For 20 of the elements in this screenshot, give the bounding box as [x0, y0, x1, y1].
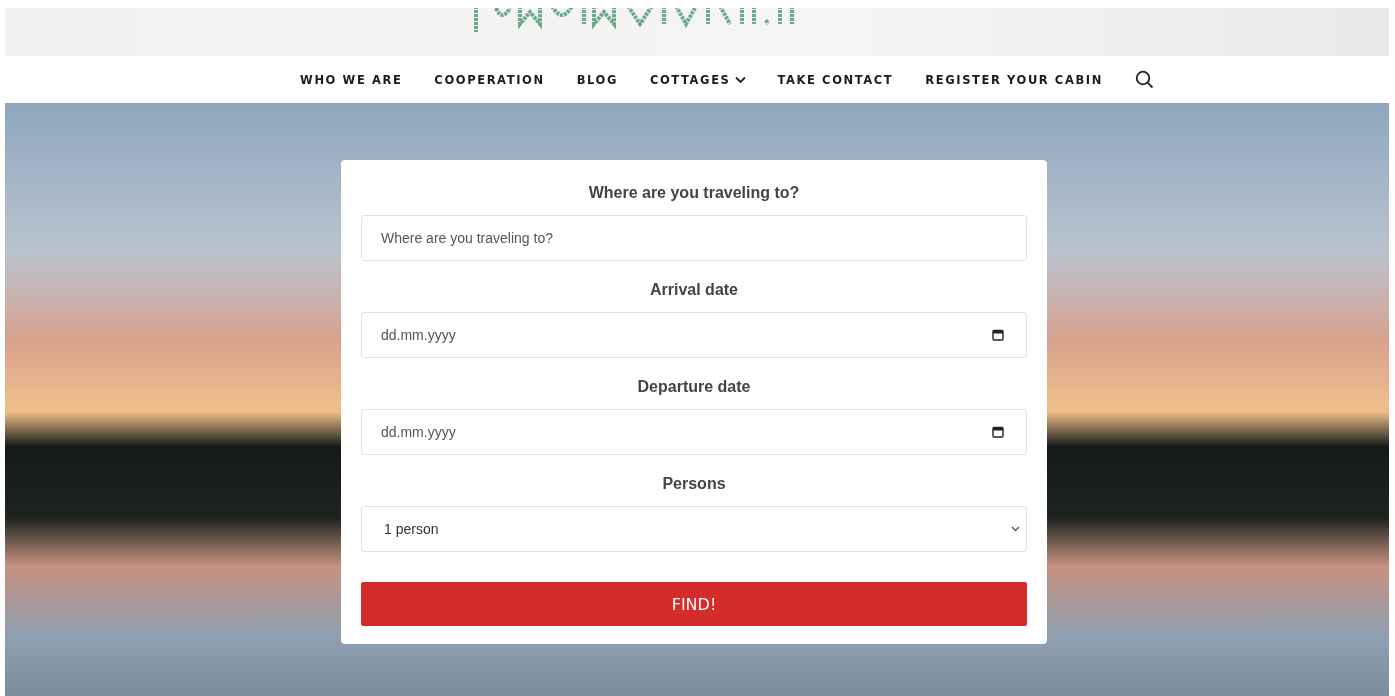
- nav-link[interactable]: COTTAGES: [649, 72, 746, 87]
- persons-select[interactable]: 1 person: [361, 506, 1027, 552]
- search-icon[interactable]: [1134, 70, 1154, 89]
- calendar-icon[interactable]: [992, 426, 1004, 438]
- nav-link[interactable]: REGISTER YOUR CABIN: [925, 72, 1103, 87]
- find-button[interactable]: FIND!: [361, 582, 1027, 626]
- destination-field[interactable]: Where are you traveling to?: [361, 215, 1027, 261]
- chevron-down-icon: [1011, 526, 1020, 532]
- field-label: Persons: [661, 475, 727, 493]
- nav-link[interactable]: COOPERATION: [434, 72, 545, 87]
- chevron-down-icon: [734, 75, 746, 84]
- date-field[interactable]: dd.mm.yyyy: [361, 312, 1027, 358]
- field-label: Departure date: [636, 378, 752, 396]
- field-label: Where are you traveling to?: [587, 184, 801, 202]
- calendar-icon[interactable]: [992, 329, 1004, 341]
- nav-link[interactable]: WHO WE ARE: [300, 72, 403, 87]
- field-label: Arrival date: [648, 281, 739, 299]
- nav-link[interactable]: BLOG: [576, 72, 618, 87]
- date-field[interactable]: dd.mm.yyyy: [361, 409, 1027, 455]
- nav-link[interactable]: TAKE CONTACT: [777, 72, 894, 87]
